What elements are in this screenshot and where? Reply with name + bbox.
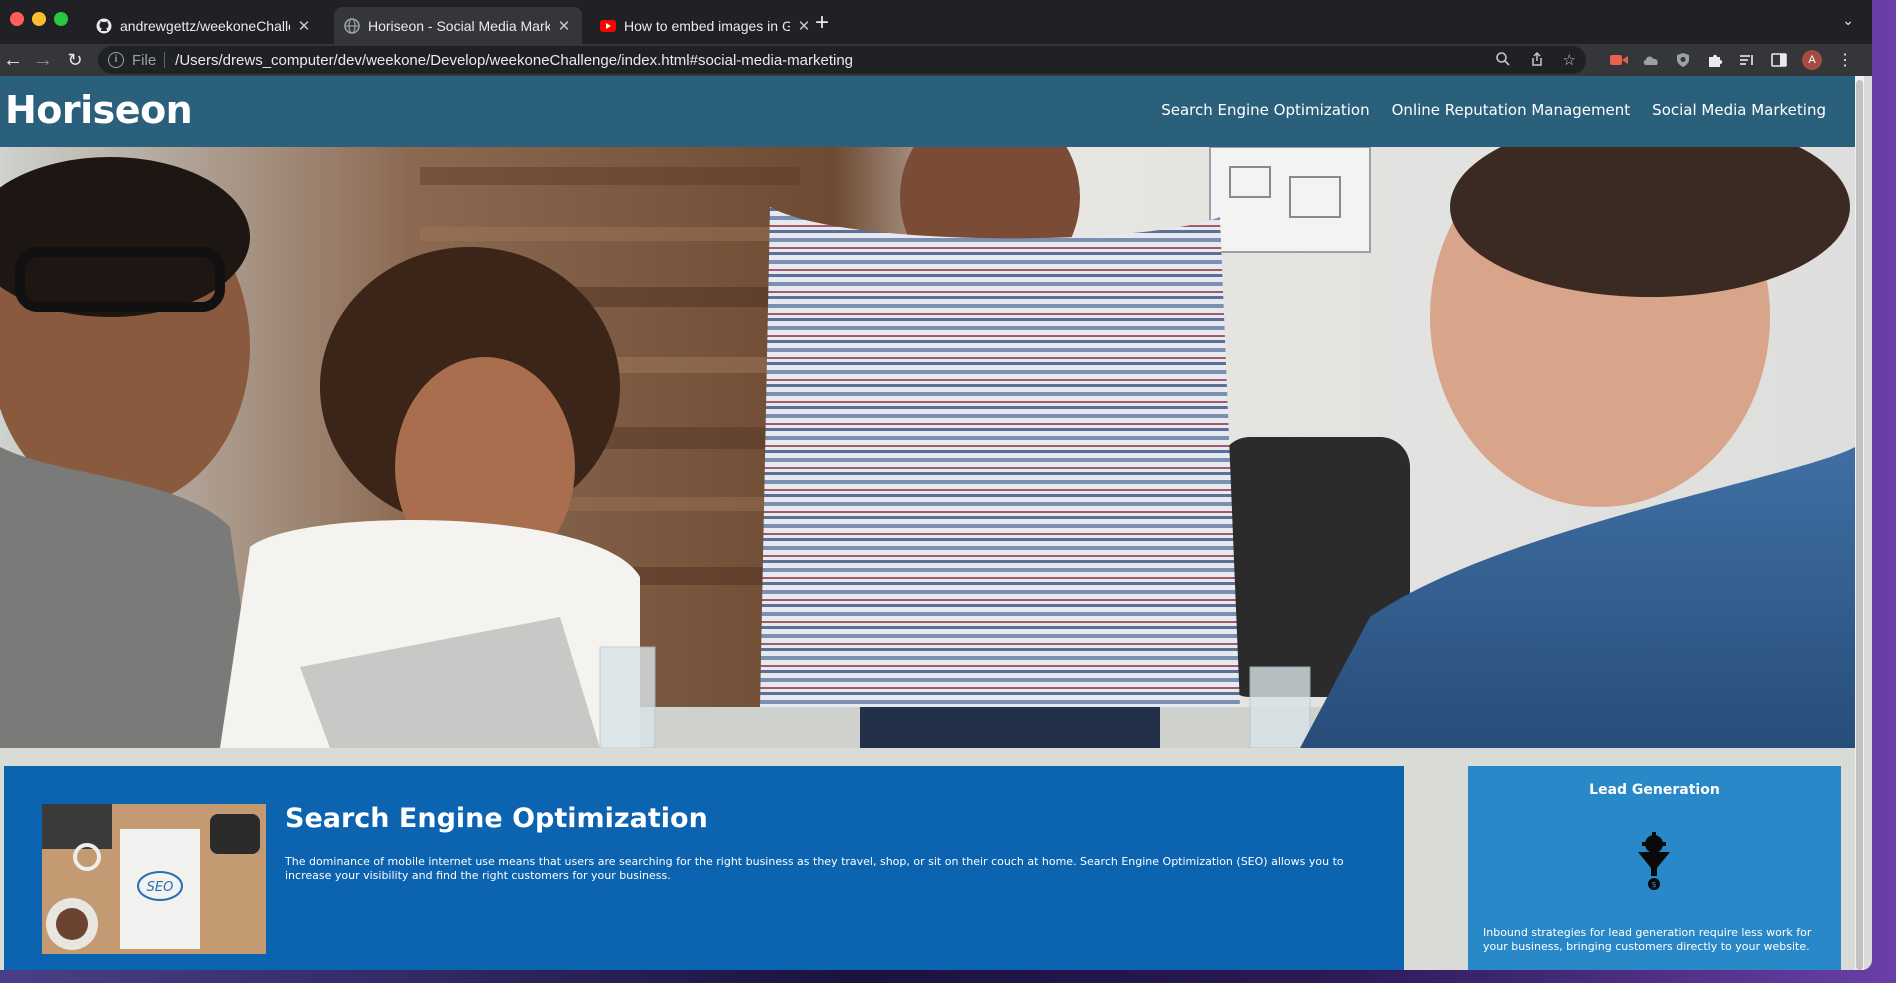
seo-text: The dominance of mobile internet use mea… [285,855,1344,882]
more-menu-icon[interactable]: ⋮ [1836,51,1854,69]
reading-list-icon[interactable] [1738,51,1756,69]
tab-horiseon[interactable]: Horiseon - Social Media Marke ✕ [334,7,582,44]
back-button[interactable]: ← [0,47,26,73]
svg-text:$: $ [1651,880,1656,889]
profile-avatar[interactable]: A [1802,50,1822,70]
close-window-button[interactable] [10,12,24,26]
seo-image: SEO [42,804,266,954]
site-nav: Search Engine Optimization Online Reputa… [1161,101,1826,119]
file-label: File [132,51,157,69]
minimize-window-button[interactable] [32,12,46,26]
side-panel-icon[interactable] [1770,51,1788,69]
seo-title: Search Engine Optimization [285,803,708,834]
lead-generation-text: Inbound strategies for lead generation r… [1483,926,1812,953]
browser-window: andrewgettz/weekoneChalleng ✕ Horiseon -… [0,0,1872,970]
nav-link-reputation[interactable]: Online Reputation Management [1392,101,1631,119]
tab-title: Horiseon - Social Media Marke [368,17,550,34]
extensions-puzzle-icon[interactable] [1706,51,1724,69]
url-text[interactable]: /Users/drews_computer/dev/weekone/Develo… [175,52,853,69]
hero-image [0,147,1855,748]
browser-toolbar: ← → ↻ i File /Users/drews_computer/dev/w… [0,44,1872,76]
web-page: Horiseon Search Engine Optimization Onli… [0,76,1872,970]
shield-extension-icon[interactable] [1674,51,1692,69]
lead-generation-card: Lead Generation $ Inbound strategies for… [1468,766,1841,970]
tab-strip: andrewgettz/weekoneChalleng ✕ Horiseon -… [0,0,1872,44]
share-icon[interactable] [1529,51,1545,71]
seo-image-label: SEO [147,880,174,895]
maximize-window-button[interactable] [54,12,68,26]
site-header: Horiseon Search Engine Optimization Onli… [0,76,1855,147]
youtube-icon [600,18,616,34]
forward-button[interactable]: → [30,47,56,73]
bookmark-star-icon[interactable]: ☆ [1563,51,1576,71]
lead-generation-title: Lead Generation [1589,782,1720,798]
info-icon[interactable]: i [108,52,124,68]
scrollbar-thumb[interactable] [1856,80,1863,970]
divider [164,52,166,68]
tab-title: How to embed images in GitHu [624,17,790,34]
omnibox-actions: ☆ [1495,51,1576,71]
address-bar[interactable]: i File /Users/drews_computer/dev/weekone… [98,46,1586,74]
extensions-bar: A ⋮ [1610,50,1854,70]
tab-youtube[interactable]: How to embed images in GitHu ✕ [590,7,822,44]
seo-section: SEO Search Engine Optimization The domin… [4,766,1404,970]
video-extension-icon[interactable] [1610,51,1628,69]
lead-generation-funnel-icon: $ [1636,832,1672,892]
tab-search-chevron-icon[interactable]: ⌄ [1842,12,1854,29]
github-icon [96,18,112,34]
globe-icon [344,17,360,34]
tab-title: andrewgettz/weekoneChalleng [120,17,290,34]
nav-link-seo[interactable]: Search Engine Optimization [1161,101,1369,119]
close-tab-icon[interactable]: ✕ [296,17,312,35]
zoom-icon[interactable] [1495,51,1511,71]
reload-button[interactable]: ↻ [62,47,88,73]
cloud-extension-icon[interactable] [1642,51,1660,69]
site-logo[interactable]: Horiseon [5,88,193,132]
tab-github[interactable]: andrewgettz/weekoneChalleng ✕ [86,7,322,44]
close-tab-icon[interactable]: ✕ [556,17,572,35]
page-scrollbar[interactable] [1855,76,1864,970]
nav-link-social-media[interactable]: Social Media Marketing [1652,101,1826,119]
new-tab-button[interactable]: + [810,9,834,37]
